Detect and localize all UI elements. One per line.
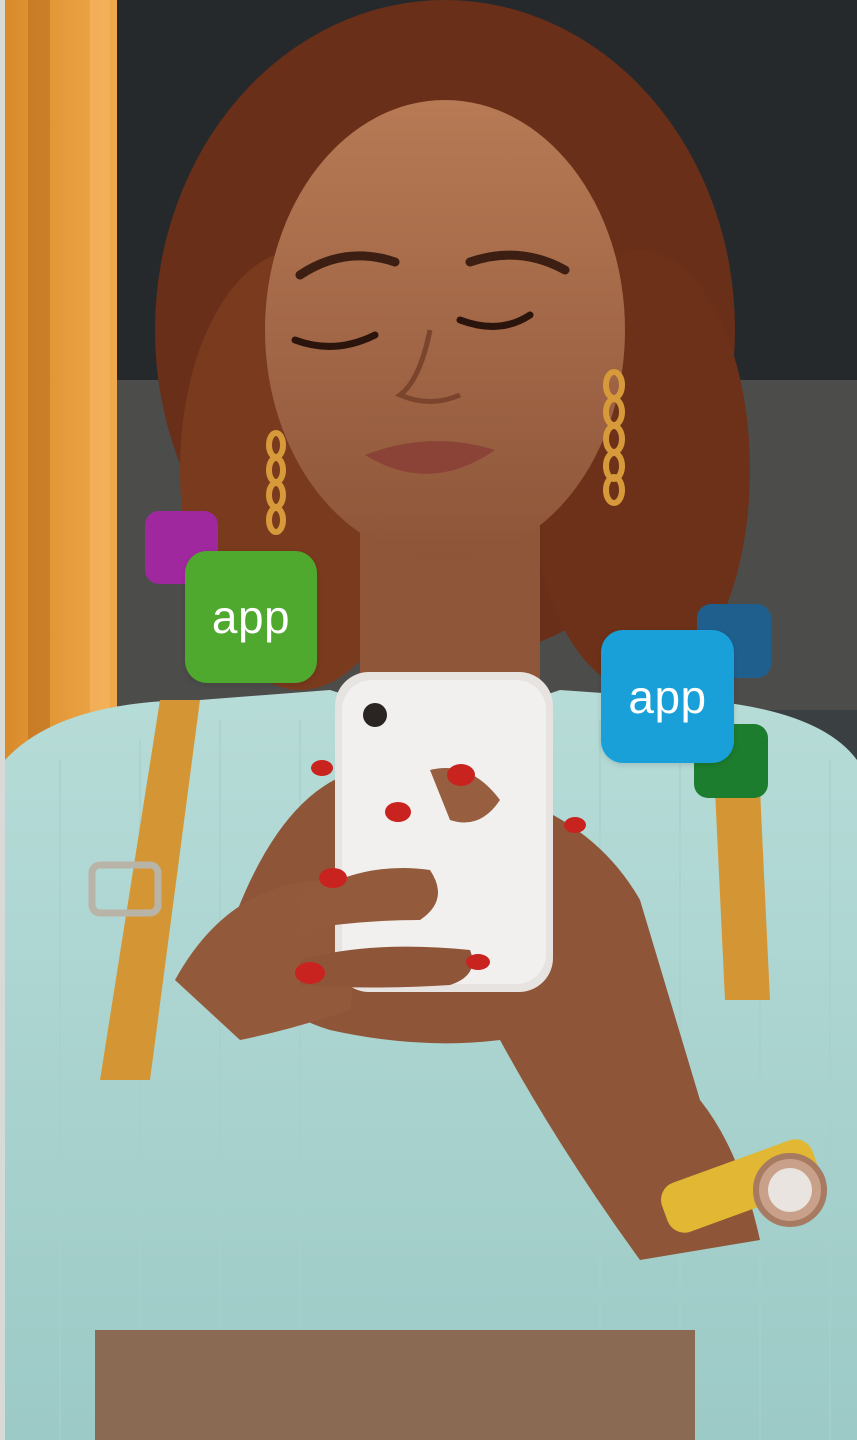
hero-image: app app: [0, 0, 857, 1440]
app-badge-green-label: app: [211, 591, 291, 643]
left-edge-strip: [0, 0, 5, 1440]
app-badge-blue-label: app: [628, 670, 707, 723]
app-badge-blue: app: [601, 630, 734, 763]
app-badge-green: app: [185, 551, 317, 683]
